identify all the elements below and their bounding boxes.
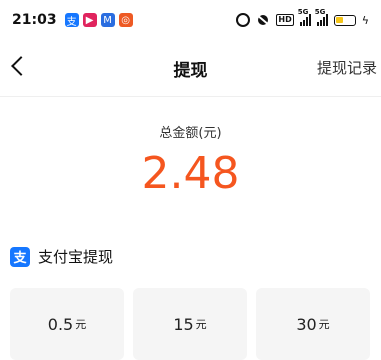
camera-notif-icon: ◎ — [118, 13, 133, 27]
option-unit: 元 — [318, 318, 330, 331]
alarm-icon — [236, 13, 251, 27]
mute-icon — [256, 13, 270, 27]
amount-option-30[interactable]: 30 元 — [256, 288, 370, 360]
hd-icon: HD — [276, 14, 294, 26]
alipay-icon: 支 — [10, 246, 30, 267]
nav-bar: 提现 提现记录 — [0, 48, 381, 88]
charging-icon: ϟ — [361, 13, 369, 27]
battery-icon — [333, 14, 356, 26]
balance-label: 总金额(元) — [159, 126, 222, 141]
section-title: 支付宝提现 — [38, 248, 114, 266]
amount-option-0-5[interactable]: 0.5 元 — [10, 288, 124, 360]
alipay-notif-icon: 支 — [64, 13, 79, 28]
notification-icons: 支 ▶ M ◎ — [64, 13, 133, 28]
option-amount: 30 — [296, 314, 317, 334]
system-status: HD 5G 5G ϟ — [236, 8, 369, 27]
option-amount: 15 — [173, 314, 194, 334]
video-notif-icon: ▶ — [82, 13, 97, 27]
status-time: 21:03 — [12, 12, 57, 28]
signal-icon-2: 5G — [315, 8, 328, 26]
network-label-2: 5G — [314, 8, 326, 16]
option-unit: 元 — [195, 318, 207, 331]
amount-options: 0.5 元 15 元 30 元 — [10, 288, 370, 360]
option-unit: 元 — [75, 318, 87, 331]
nav-divider — [0, 96, 381, 97]
status-bar: 21:03 支 ▶ M ◎ HD 5G 5G ϟ — [0, 0, 381, 40]
withdraw-record-link[interactable]: 提现记录 — [317, 57, 377, 78]
mail-notif-icon: M — [100, 13, 115, 27]
amount-option-15[interactable]: 15 元 — [133, 288, 247, 360]
network-label: 5G — [297, 8, 309, 16]
signal-icon: 5G — [298, 8, 311, 26]
option-amount: 0.5 — [47, 314, 74, 334]
alipay-section-header: 支 支付宝提现 — [10, 246, 113, 267]
balance-amount: 2.48 — [141, 148, 240, 199]
